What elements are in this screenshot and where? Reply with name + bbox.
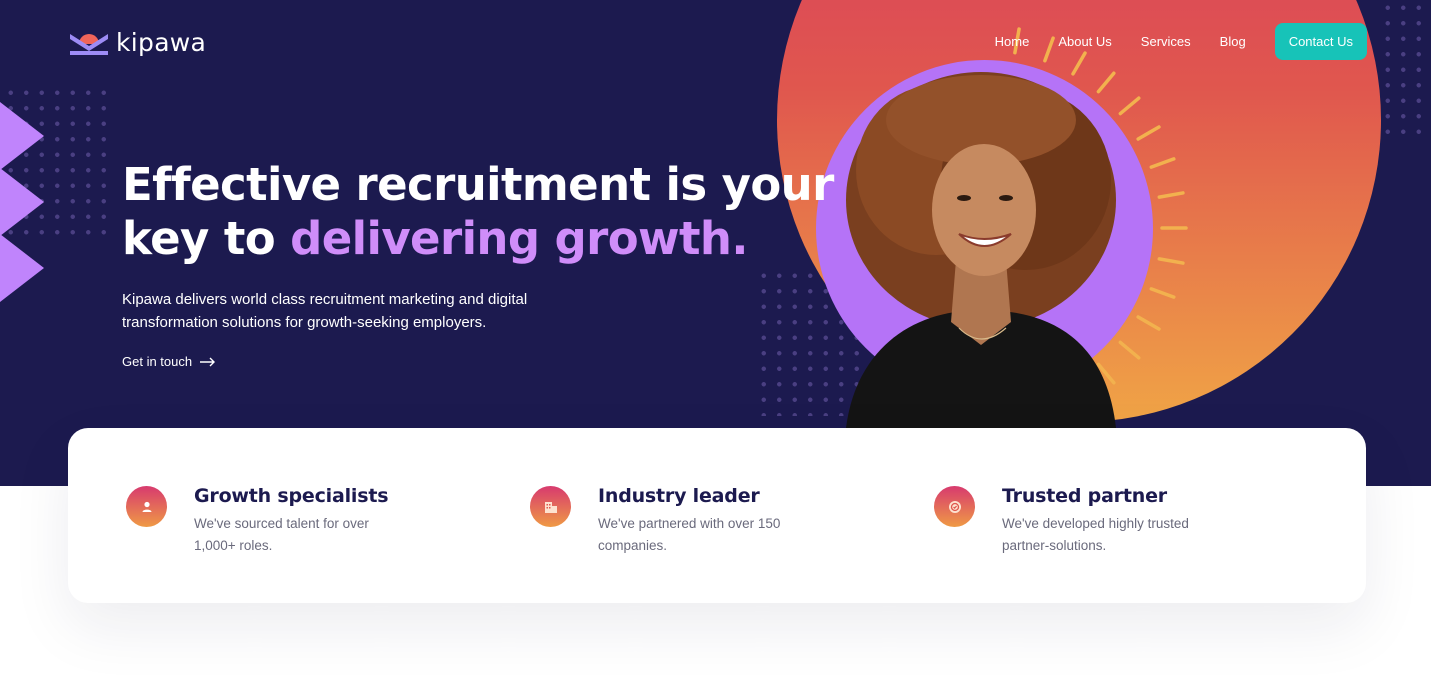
brand-logo[interactable]: kipawa — [70, 28, 206, 57]
sun-ray — [1149, 287, 1176, 299]
sun-ray — [1149, 157, 1176, 169]
sun-ray — [1157, 257, 1185, 265]
feature-trusted-partner: Trusted partner We've developed highly t… — [934, 485, 1212, 557]
headline-line-1: Effective recruitment is your — [122, 158, 834, 211]
get-in-touch-link[interactable]: Get in touch — [122, 354, 216, 369]
feature-growth-specialists: Growth specialists We've sourced talent … — [126, 485, 404, 557]
headline-line-2: key to — [122, 212, 291, 265]
get-in-touch-label: Get in touch — [122, 354, 193, 369]
feature-text: We've sourced talent for over 1,000+ rol… — [194, 516, 369, 553]
contact-us-button[interactable]: Contact Us — [1274, 23, 1367, 60]
hero-description: Kipawa delivers world class recruitment … — [122, 291, 528, 331]
kipawa-logo-icon — [70, 33, 108, 55]
badge-icon — [934, 486, 975, 527]
hero-person-image — [846, 72, 1116, 428]
main-nav: Home About Us Services Blog Contact Us — [995, 23, 1367, 60]
sun-ray — [1157, 191, 1185, 199]
brand-name: kipawa — [116, 28, 207, 57]
feature-text: We've developed highly trusted partner-s… — [1002, 516, 1189, 553]
headline-accent: delivering growth. — [290, 212, 748, 265]
arrow-right-icon — [200, 357, 216, 366]
feature-title: Trusted partner — [1002, 485, 1167, 507]
building-icon — [530, 486, 571, 527]
hero-headline: Effective recruitment is your key to del… — [122, 158, 834, 266]
nav-about-us[interactable]: About Us — [1058, 34, 1111, 49]
feature-industry-leader: Industry leader We've partnered with ove… — [530, 485, 808, 557]
features-card: Growth specialists We've sourced talent … — [68, 428, 1366, 603]
feature-title: Growth specialists — [194, 485, 389, 507]
nav-home[interactable]: Home — [995, 34, 1030, 49]
feature-text: We've partnered with over 150 companies. — [598, 516, 781, 553]
user-icon — [126, 486, 167, 527]
feature-title: Industry leader — [598, 485, 760, 507]
nav-blog[interactable]: Blog — [1220, 34, 1246, 49]
nav-services[interactable]: Services — [1141, 34, 1191, 49]
